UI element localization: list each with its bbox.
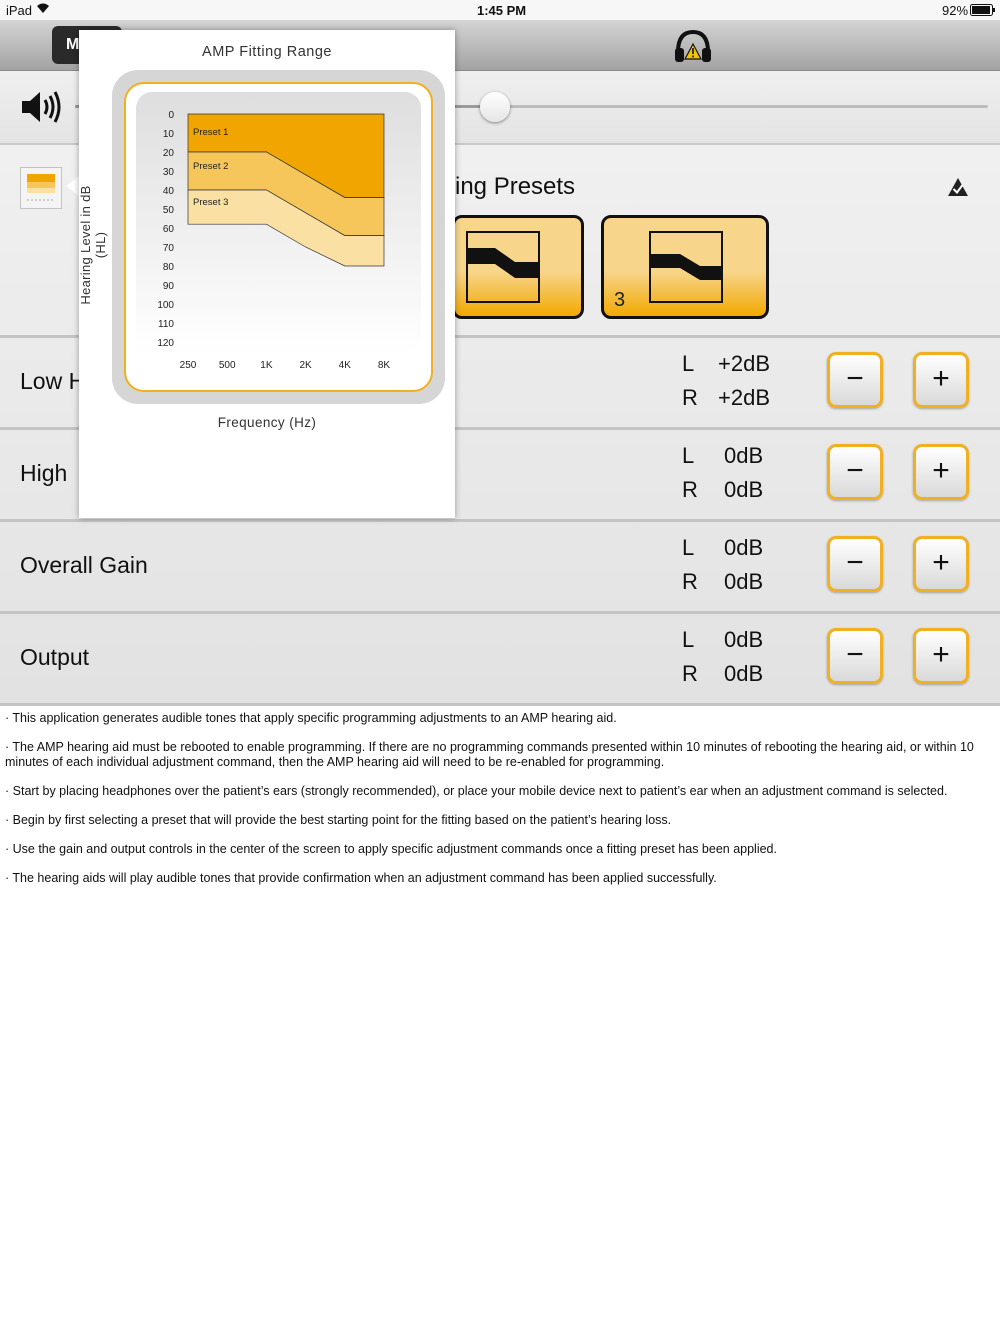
decrease-button[interactable]: − bbox=[827, 352, 883, 408]
fitting-range-popover: AMP Fitting Range 0 10 20 30 40 50 60 70 80 90 100… bbox=[78, 30, 455, 518]
control-label: Overall Gain bbox=[20, 552, 148, 578]
left-value: 0dB bbox=[724, 443, 764, 468]
control-label: High bbox=[20, 460, 68, 486]
left-value: +2dB bbox=[718, 351, 770, 376]
left-label: L bbox=[682, 443, 695, 468]
preset-curve-icon bbox=[466, 231, 540, 303]
warning-icon[interactable] bbox=[946, 176, 970, 198]
increase-button[interactable]: + bbox=[913, 444, 969, 500]
right-label: R bbox=[682, 385, 698, 410]
increase-button[interactable]: + bbox=[913, 536, 969, 592]
x-tick-label: 500 bbox=[219, 360, 236, 371]
x-tick-label: 4K bbox=[339, 360, 352, 371]
control-row-output: Output L 0dB R 0dB − + bbox=[0, 613, 1000, 706]
right-value: 0dB bbox=[724, 661, 764, 686]
series-label: Preset 3 bbox=[193, 197, 228, 208]
y-axis-label: Hearing Level in dB (HL) bbox=[78, 185, 108, 305]
right-value: +2dB bbox=[718, 385, 770, 410]
popover-title: AMP Fitting Range bbox=[202, 44, 332, 60]
instruction-item: · Begin by first selecting a preset that… bbox=[5, 813, 672, 827]
y-tick-label: 40 bbox=[163, 186, 175, 197]
preset-number: 3 bbox=[614, 289, 626, 311]
battery-icon bbox=[970, 4, 996, 19]
y-tick-label: 70 bbox=[163, 243, 175, 254]
y-tick-label: 50 bbox=[163, 205, 175, 216]
x-tick-label: 2K bbox=[299, 360, 312, 371]
x-tick-label: 250 bbox=[180, 360, 197, 371]
left-label: L bbox=[682, 627, 695, 652]
instruction-item: · Start by placing headphones over the p… bbox=[5, 784, 948, 798]
y-tick-label: 30 bbox=[163, 167, 175, 178]
instruction-item: · The hearing aids will play audible ton… bbox=[5, 871, 717, 885]
headphones-warning-icon[interactable] bbox=[672, 28, 714, 64]
clock: 1:45 PM bbox=[477, 3, 527, 18]
control-row-overall-gain: Overall Gain L 0dB R 0dB − + bbox=[0, 521, 1000, 614]
speaker-icon bbox=[20, 89, 64, 125]
y-tick-label: 60 bbox=[163, 224, 175, 235]
instructions: · This application generates audible ton… bbox=[5, 711, 993, 900]
fitting-range-chart: 0 10 20 30 40 50 60 70 80 90 100 110 120 250 500 1K 2K 4K… bbox=[136, 92, 421, 371]
volume-slider-thumb[interactable] bbox=[479, 92, 510, 122]
preset-curve-icon bbox=[649, 231, 723, 303]
right-value: 0dB bbox=[724, 477, 764, 502]
increase-button[interactable]: + bbox=[913, 352, 969, 408]
right-label: R bbox=[682, 477, 698, 502]
instruction-item: · Use the gain and output controls in th… bbox=[5, 842, 777, 856]
battery-percent: 92% bbox=[942, 3, 969, 18]
series-label: Preset 2 bbox=[193, 161, 228, 172]
fitting-range-thumbnail[interactable] bbox=[20, 167, 62, 209]
y-tick-label: 80 bbox=[163, 262, 175, 273]
left-value: 0dB bbox=[724, 535, 764, 560]
instruction-item: · The AMP hearing aid must be rebooted t… bbox=[5, 740, 974, 769]
status-bar: iPad 1:45 PM 92% bbox=[0, 0, 1000, 20]
wifi-icon bbox=[36, 2, 50, 17]
increase-button[interactable]: + bbox=[913, 628, 969, 684]
y-tick-label: 10 bbox=[163, 129, 175, 140]
control-label: Output bbox=[20, 644, 90, 670]
y-tick-label: 0 bbox=[168, 110, 174, 121]
device-label: iPad bbox=[6, 3, 33, 18]
x-tick-label: 8K bbox=[378, 360, 391, 371]
y-tick-label: 20 bbox=[163, 148, 175, 159]
left-value: 0dB bbox=[724, 627, 764, 652]
right-label: R bbox=[682, 569, 698, 594]
presets-title: ing Presets bbox=[455, 173, 576, 200]
preset-card-2[interactable] bbox=[452, 215, 584, 319]
decrease-button[interactable]: − bbox=[827, 628, 883, 684]
right-label: R bbox=[682, 661, 698, 686]
control-label: Low H bbox=[20, 368, 86, 394]
chart-frame: 0 10 20 30 40 50 60 70 80 90 100 110 120 250 500 1K 2K 4K… bbox=[112, 70, 445, 404]
y-tick-label: 90 bbox=[163, 281, 175, 292]
y-tick-label: 120 bbox=[157, 338, 174, 349]
preset-card-3[interactable]: 3 bbox=[601, 215, 769, 319]
x-tick-label: 1K bbox=[260, 360, 273, 371]
instruction-item: · This application generates audible ton… bbox=[5, 711, 617, 725]
series-label: Preset 1 bbox=[193, 127, 228, 138]
right-value: 0dB bbox=[724, 569, 764, 594]
left-label: L bbox=[682, 351, 695, 376]
x-axis-label: Frequency (Hz) bbox=[217, 415, 317, 430]
decrease-button[interactable]: − bbox=[827, 536, 883, 592]
decrease-button[interactable]: − bbox=[827, 444, 883, 500]
y-tick-label: 110 bbox=[158, 319, 174, 330]
chart-panel: 0 10 20 30 40 50 60 70 80 90 100 110 120 250 500 1K 2K 4K… bbox=[124, 82, 433, 392]
left-label: L bbox=[682, 535, 695, 560]
y-tick-label: 100 bbox=[157, 300, 174, 311]
